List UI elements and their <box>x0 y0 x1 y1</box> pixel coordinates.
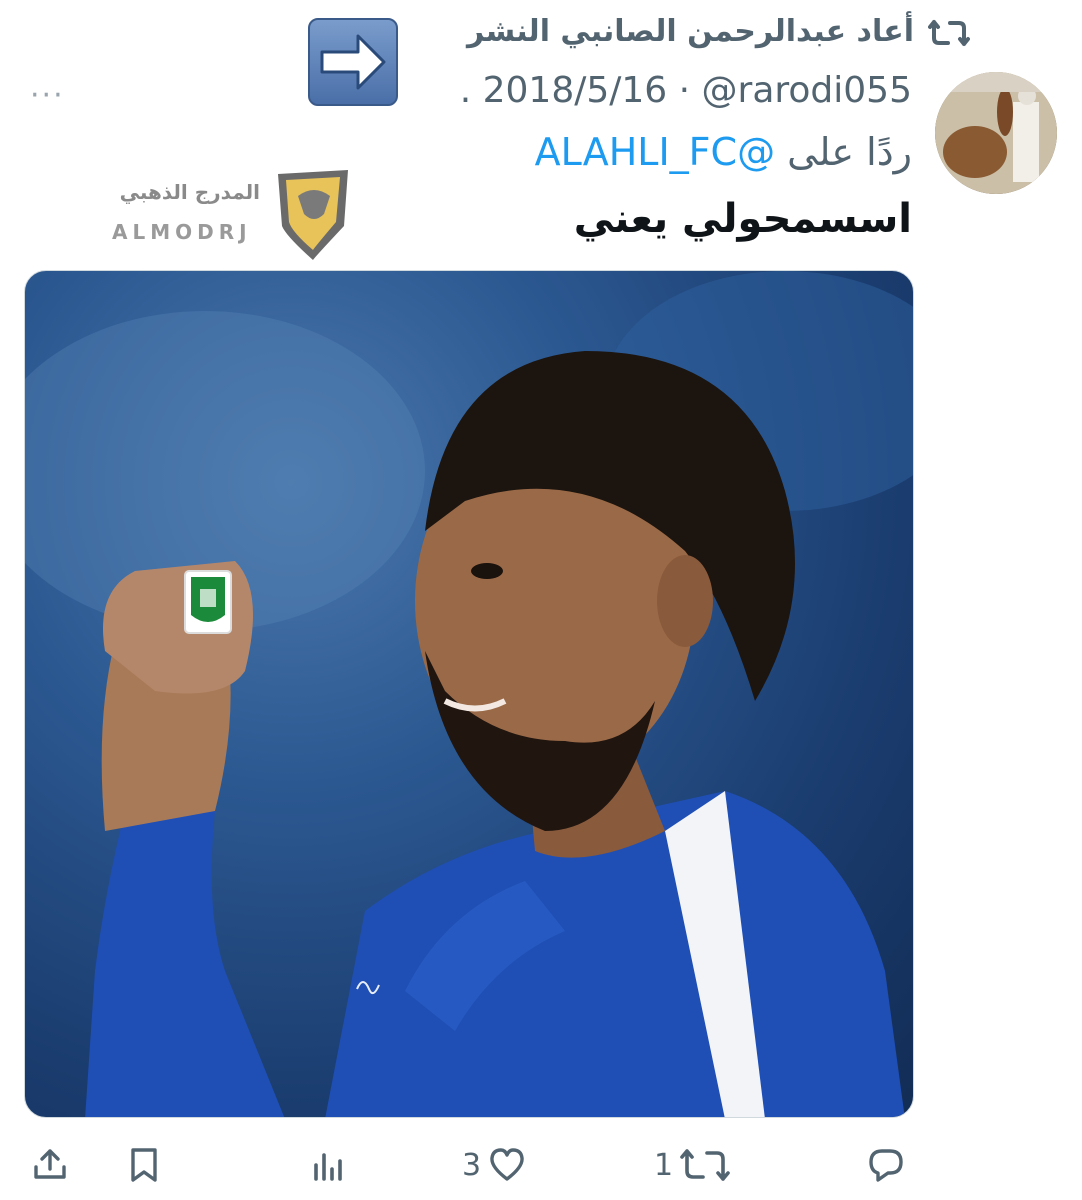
avatar[interactable] <box>935 72 1057 194</box>
repost-action-icon <box>680 1149 730 1181</box>
right-arrow-icon <box>320 34 386 90</box>
reply-bubble-icon <box>869 1149 903 1182</box>
like-count: 3 <box>462 1147 482 1183</box>
tweet-text: اسسمحولي يعني <box>573 196 912 242</box>
bookmark-icon <box>131 1148 157 1182</box>
tweet-meta: . 2018/5/16 · @rarodi055 <box>459 70 912 111</box>
reply-button[interactable] <box>866 1145 912 1185</box>
repost-icon <box>928 20 970 46</box>
tweet-photo[interactable] <box>24 270 914 1118</box>
repost-label[interactable]: أعاد عبدالرحمن الصانبي النشر <box>467 14 914 49</box>
player-photo <box>25 271 913 1117</box>
reply-prefix: ردًا على <box>787 130 912 174</box>
share-icon <box>34 1149 66 1179</box>
arrow-sticker <box>308 18 398 106</box>
bookmark-button[interactable] <box>124 1145 164 1185</box>
reply-handle-link[interactable]: @ALAHLI_FC <box>535 130 775 174</box>
avatar-image <box>935 72 1057 194</box>
repost-button[interactable]: 1 <box>654 1145 731 1185</box>
views-button[interactable] <box>310 1145 356 1185</box>
share-button[interactable] <box>30 1145 70 1185</box>
reply-to-line: ردًا على @ALAHLI_FC <box>535 130 912 174</box>
views-chart-icon <box>314 1153 342 1181</box>
like-button[interactable]: 3 <box>462 1145 527 1185</box>
watermark-arabic: المدرج الذهبي <box>119 180 260 204</box>
heart-icon <box>490 1148 524 1181</box>
watermark-lion-logo <box>278 170 348 260</box>
watermark-english: ALMODRJ <box>112 220 252 244</box>
more-options-button[interactable]: ··· <box>30 78 65 113</box>
repost-count: 1 <box>654 1147 674 1183</box>
